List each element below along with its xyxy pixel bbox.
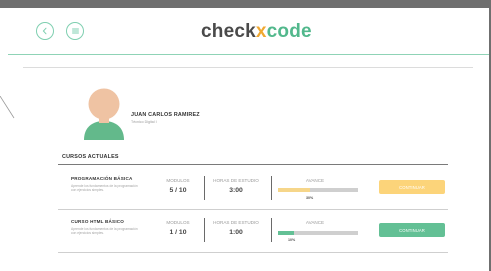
progress-label: AVANCE [305,178,325,183]
decorative-corner-line [0,96,15,119]
hamburger-menu-icon [71,28,79,34]
row-divider [58,252,448,253]
progress-bar [278,231,358,235]
modules-value: 1 / 10 [169,229,187,236]
modules-label: MODULOS [166,220,190,225]
app-header: checkxcode [8,8,489,55]
course-title: PROGRAMACIÓN BÁSICA [71,176,133,181]
user-name: JUAN CARLOS RAMIREZ [131,112,200,118]
logo-text-code: code [266,21,312,42]
continue-button[interactable]: CONTINUAR [379,223,445,237]
row-divider [58,209,448,210]
hours-value: 3:00 [229,187,243,194]
user-avatar-icon [84,88,124,140]
back-button[interactable] [36,22,54,40]
progress-bar-fill [278,188,310,192]
progress-bar [278,188,358,192]
window-frame-top [0,0,491,8]
course-description: Aprende los fundamentos de la programaci… [71,227,138,236]
column-divider [271,176,272,200]
modules-value: 5 / 10 [169,187,187,194]
column-divider [271,218,272,242]
app-screen: checkxcode JUAN CARLOS RAMIREZ Técnico D… [0,0,491,271]
course-title: CURSO HTML BÁSICO [71,219,125,224]
progress-bar-fill [278,231,294,235]
continue-button[interactable]: CONTINUAR [379,180,445,194]
course-description: Aprende los fundamentos de la programaci… [71,184,138,193]
menu-button[interactable] [66,22,84,40]
hours-label: HORAS DE ESTUDIO [213,220,259,225]
user-role: Técnico Digital I [131,120,157,124]
hours-value: 1:00 [229,229,243,236]
header-sub-divider [23,67,473,68]
logo-x-mark-icon: x [255,21,267,42]
modules-label: MODULOS [166,178,190,183]
section-divider [58,164,448,165]
chevron-left-icon [42,27,47,35]
progress-label: AVANCE [305,220,325,225]
logo-text-check: check [201,21,256,42]
progress-percent: 30% [306,196,314,200]
checkxcode-logo[interactable]: checkxcode [201,21,312,43]
hours-label: HORAS DE ESTUDIO [213,178,259,183]
column-divider [204,218,205,242]
courses-section-title: CURSOS ACTUALES [62,154,119,160]
progress-percent: 10% [288,238,296,242]
column-divider [204,176,205,200]
